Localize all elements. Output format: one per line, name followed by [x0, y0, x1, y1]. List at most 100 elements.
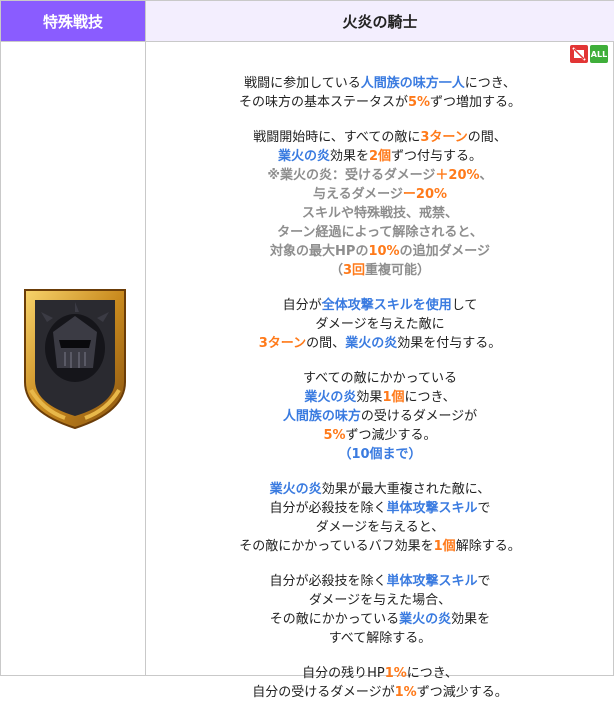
- highlight-segment: ※業火の炎：受けるダメージ: [267, 168, 436, 183]
- highlight-segment: 人間族の味方一人: [360, 76, 465, 91]
- description-paragraph: 業火の炎効果が最大重複された敵に、自分が必殺技を除く単体攻撃スキルでダメージを与…: [146, 480, 614, 556]
- description-paragraph: 自分が必殺技を除く単体攻撃スキルでダメージを与えた場合、その敵にかかっている業火…: [146, 572, 614, 648]
- text-segment: につき、: [404, 390, 456, 405]
- description-line: スキルや特殊戦技、戒禁、: [146, 204, 614, 223]
- description-line: 業火の炎効果1個につき、: [146, 388, 614, 407]
- highlight-segment: ターン経過によって解除されると、: [277, 225, 483, 240]
- description-line: すべての敵にかかっている: [146, 369, 614, 388]
- description-paragraph: 戦闘に参加している人間族の味方一人につき、 その味方の基本ステータスが5%ずつ増加…: [146, 74, 614, 112]
- highlight-segment: の追加ダメージ: [399, 244, 490, 259]
- highlight-segment: 5%: [407, 95, 431, 110]
- description-line: ダメージを与えた敵に: [146, 315, 614, 334]
- text-segment: の間、: [306, 336, 346, 351]
- all-targets-icon: ALL: [590, 45, 608, 63]
- highlight-segment: 業火の炎: [304, 390, 357, 405]
- highlight-segment: 全体攻撃スキルを使用: [321, 298, 452, 313]
- text-segment: ずつ増加する。: [430, 95, 522, 110]
- description-line: ※業火の炎：受けるダメージ＋20%、: [146, 166, 614, 185]
- description-line: その敵にかかっている業火の炎効果を: [146, 610, 614, 629]
- highlight-segment: 1%: [394, 685, 417, 700]
- description-line: 戦闘開始時に、すべての敵に3ターンの間、: [146, 128, 614, 147]
- description-line: 業火の炎効果が最大重複された敵に、: [146, 480, 614, 499]
- skill-description: 戦闘に参加している人間族の味方一人につき、 その味方の基本ステータスが5%ずつ増加…: [146, 74, 614, 718]
- description-line: すべて解除する。: [146, 629, 614, 648]
- description-line: 戦闘に参加している人間族の味方一人につき、: [146, 74, 614, 93]
- skill-category-header: 特殊戦技: [1, 1, 145, 41]
- description-line: 自分の残りHP1%につき、: [146, 664, 614, 683]
- highlight-segment: 単体攻撃スキル: [386, 574, 478, 589]
- highlight-segment: （10個まで）: [338, 447, 422, 462]
- highlight-segment: スキルや特殊戦技、戒禁、: [301, 206, 458, 221]
- text-segment: 解除する。: [455, 539, 521, 554]
- highlight-segment: 3ターン: [420, 130, 468, 145]
- description-line: ダメージを与えた場合、: [146, 591, 614, 610]
- highlight-segment: 人間族の味方: [282, 409, 361, 424]
- text-segment: につき、: [464, 76, 516, 91]
- highlight-segment: 業火の炎: [345, 336, 398, 351]
- highlight-segment: 3ターン: [258, 336, 307, 351]
- highlight-segment: 1個: [433, 539, 456, 554]
- description-line: （3回重複可能）: [146, 261, 614, 280]
- description-line: 自分が全体攻撃スキルを使用して: [146, 296, 614, 315]
- highlight-segment: ＋20%: [435, 168, 480, 183]
- text-segment: すべての敵にかかっている: [303, 371, 457, 386]
- text-segment: 自分が必殺技を除く: [269, 574, 387, 589]
- text-segment: 効果を付与する。: [397, 336, 502, 351]
- text-segment: ずつ付与する。: [391, 149, 483, 164]
- text-segment: ダメージを与えた敵に: [315, 317, 445, 332]
- text-segment: 戦闘開始時に、すべての敵に: [253, 130, 421, 145]
- text-segment: 効果: [356, 390, 383, 405]
- description-line: 業火の炎効果を2個ずつ付与する。: [146, 147, 614, 166]
- highlight-segment: ー20%: [402, 187, 448, 202]
- highlight-segment: 単体攻撃スキル: [386, 501, 478, 516]
- description-line: （10個まで）: [146, 445, 614, 464]
- text-segment: 効果を: [329, 149, 369, 164]
- text-segment: 自分が必殺技を除く: [269, 501, 387, 516]
- skill-table: 特殊戦技 火炎の騎士 ALL 戦闘に参加している人間族の味方一人につき、 その味…: [0, 0, 614, 700]
- text-segment: ダメージを与えると、: [315, 520, 445, 535]
- highlight-segment: 重複可能）: [365, 263, 431, 278]
- skill-icon-cell: [1, 42, 145, 675]
- description-paragraph: 自分の残りHP1%につき、 自分の受けるダメージが1%ずつ減少する。: [146, 664, 614, 702]
- text-segment: で: [477, 574, 491, 589]
- highlight-segment: （: [329, 263, 343, 278]
- text-segment: すべて解除する。: [328, 631, 432, 646]
- description-line: 自分が必殺技を除く単体攻撃スキルで: [146, 572, 614, 591]
- no-entry-icon: [570, 45, 588, 63]
- description-line: ダメージを与えると、: [146, 518, 614, 537]
- text-segment: の間、: [467, 130, 507, 145]
- text-segment: 効果が最大重複された敵に、: [321, 482, 491, 497]
- highlight-segment: 業火の炎: [269, 482, 322, 497]
- highlight-segment: 5%: [323, 428, 346, 443]
- description-line: 与えるダメージー20%: [146, 185, 614, 204]
- highlight-segment: 3回: [342, 263, 366, 278]
- description-line: 人間族の味方の受けるダメージが: [146, 407, 614, 426]
- description-paragraph: すべての敵にかかっている 業火の炎効果1個につき、 人間族の味方の受けるダメージが 5…: [146, 369, 614, 464]
- highlight-segment: 与えるダメージ: [312, 187, 403, 202]
- text-segment: 効果を: [451, 612, 491, 627]
- text-segment: その敵にかかっているバフ効果を: [239, 539, 434, 554]
- description-line: その味方の基本ステータスが5%ずつ増加する。: [146, 93, 614, 112]
- text-segment: につき、: [406, 666, 458, 681]
- description-line: 3ターンの間、業火の炎効果を付与する。: [146, 334, 614, 353]
- highlight-segment: 業火の炎: [277, 149, 330, 164]
- highlight-segment: 業火の炎: [399, 612, 452, 627]
- text-segment: 自分が: [282, 298, 322, 313]
- text-segment: で: [477, 501, 491, 516]
- description-line: ターン経過によって解除されると、: [146, 223, 614, 242]
- highlight-segment: 1%: [384, 666, 407, 681]
- description-paragraph: 戦闘開始時に、すべての敵に3ターンの間、 業火の炎効果を2個ずつ付与する。 ※業火の…: [146, 128, 614, 280]
- text-segment: その敵にかかっている: [269, 612, 400, 627]
- text-segment: ずつ減少する。: [416, 685, 508, 700]
- text-segment: 自分の受けるダメージが: [252, 685, 395, 700]
- text-segment: 戦闘に参加している: [244, 76, 361, 91]
- highlight-segment: 10%: [368, 244, 400, 259]
- text-segment: ダメージを与えた場合、: [308, 593, 452, 608]
- highlight-segment: 対象の最大HPの: [270, 244, 369, 259]
- description-line: 自分の受けるダメージが1%ずつ減少する。: [146, 683, 614, 702]
- skill-badge-icon: [24, 289, 126, 430]
- description-paragraph: 自分が全体攻撃スキルを使用して ダメージを与えた敵に 3ターンの間、業火の炎効果を付…: [146, 296, 614, 353]
- description-line: 5%ずつ減少する。: [146, 426, 614, 445]
- tag-icons: ALL: [570, 45, 608, 63]
- text-segment: して: [451, 298, 478, 313]
